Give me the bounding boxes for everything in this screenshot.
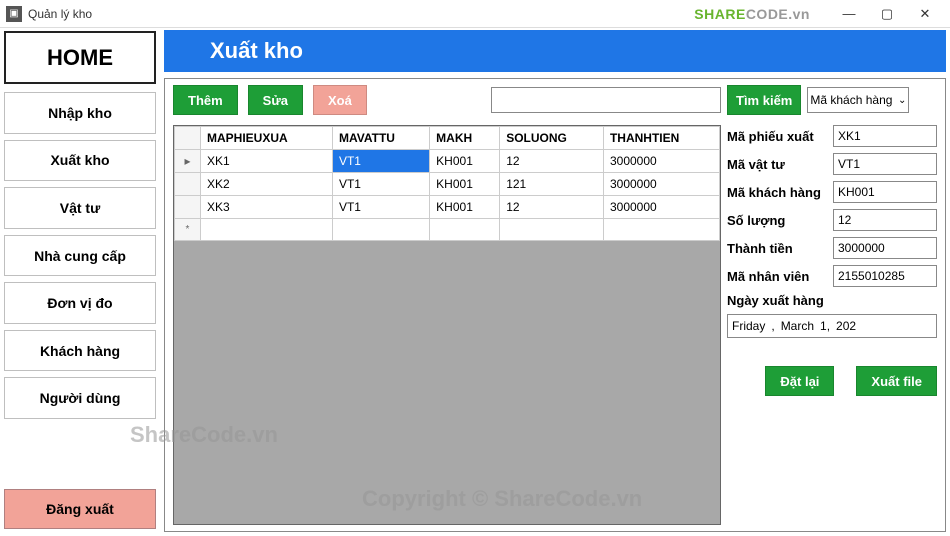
search-input[interactable] (491, 87, 721, 113)
input-thanhtien[interactable] (833, 237, 937, 259)
table-new-row[interactable]: * (175, 219, 720, 241)
input-soluong[interactable] (833, 209, 937, 231)
nav-xuat-kho[interactable]: Xuất kho (4, 140, 156, 182)
data-grid[interactable]: MAPHIEUXUA MAVATTU MAKH SOLUONG THANHTIE… (173, 125, 721, 525)
sidebar: HOME Nhập kho Xuất kho Vật tư Nhà cung c… (0, 28, 160, 536)
table-row[interactable]: XK3VT1KH001123000000 (175, 196, 720, 219)
filter-selected-value: Mã khách hàng (810, 93, 892, 107)
page-title: Xuất kho (164, 30, 946, 72)
nav-nguoi-dung[interactable]: Người dùng (4, 377, 156, 419)
nav-vat-tu[interactable]: Vật tư (4, 187, 156, 229)
close-button[interactable]: ✕ (906, 0, 944, 28)
home-button[interactable]: HOME (4, 31, 156, 84)
input-makh[interactable] (833, 181, 937, 203)
label-manv: Mã nhân viên (727, 269, 829, 284)
col-mavattu[interactable]: MAVATTU (332, 127, 429, 150)
edit-button[interactable]: Sửa (248, 85, 303, 115)
label-thanhtien: Thành tiền (727, 241, 829, 256)
label-date: Ngày xuất hàng (727, 293, 937, 308)
chevron-down-icon: ⌄ (898, 95, 906, 106)
grid-empty-area (174, 241, 720, 441)
label-mavattu: Mã vật tư (727, 157, 829, 172)
reset-button[interactable]: Đặt lại (765, 366, 834, 396)
window-title: Quản lý kho (28, 7, 92, 21)
nav-nha-cung-cap[interactable]: Nhà cung cấp (4, 235, 156, 277)
label-soluong: Số lượng (727, 213, 829, 228)
input-maphieuxuat[interactable] (833, 125, 937, 147)
maximize-button[interactable]: ▢ (868, 0, 906, 28)
label-maphieuxuat: Mã phiếu xuất (727, 129, 829, 144)
titlebar: ▣ Quản lý kho — ▢ ✕ (0, 0, 950, 28)
col-thanhtien[interactable]: THANHTIEN (603, 127, 719, 150)
table-row[interactable]: ▸XK1VT1KH001123000000 (175, 150, 720, 173)
filter-select[interactable]: Mã khách hàng ⌄ (807, 87, 909, 113)
nav-don-vi-do[interactable]: Đơn vị đo (4, 282, 156, 324)
search-button[interactable]: Tìm kiếm (727, 85, 801, 115)
label-makh: Mã khách hàng (727, 185, 829, 200)
col-maphieuxua[interactable]: MAPHIEUXUA (201, 127, 333, 150)
table-row[interactable]: XK2VT1KH0011213000000 (175, 173, 720, 196)
nav-nhap-kho[interactable]: Nhập kho (4, 92, 156, 134)
col-soluong[interactable]: SOLUONG (500, 127, 604, 150)
add-button[interactable]: Thêm (173, 85, 238, 115)
delete-button[interactable]: Xoá (313, 85, 367, 115)
minimize-button[interactable]: — (830, 0, 868, 28)
col-makh[interactable]: MAKH (430, 127, 500, 150)
nav-khach-hang[interactable]: Khách hàng (4, 330, 156, 372)
logout-button[interactable]: Đăng xuất (4, 489, 156, 529)
table-header-row: MAPHIEUXUA MAVATTU MAKH SOLUONG THANHTIE… (175, 127, 720, 150)
input-manv[interactable] (833, 265, 937, 287)
app-icon: ▣ (6, 6, 22, 22)
export-button[interactable]: Xuất file (856, 366, 937, 396)
input-mavattu[interactable] (833, 153, 937, 175)
date-picker[interactable]: Friday , March 1, 202 (727, 314, 937, 338)
